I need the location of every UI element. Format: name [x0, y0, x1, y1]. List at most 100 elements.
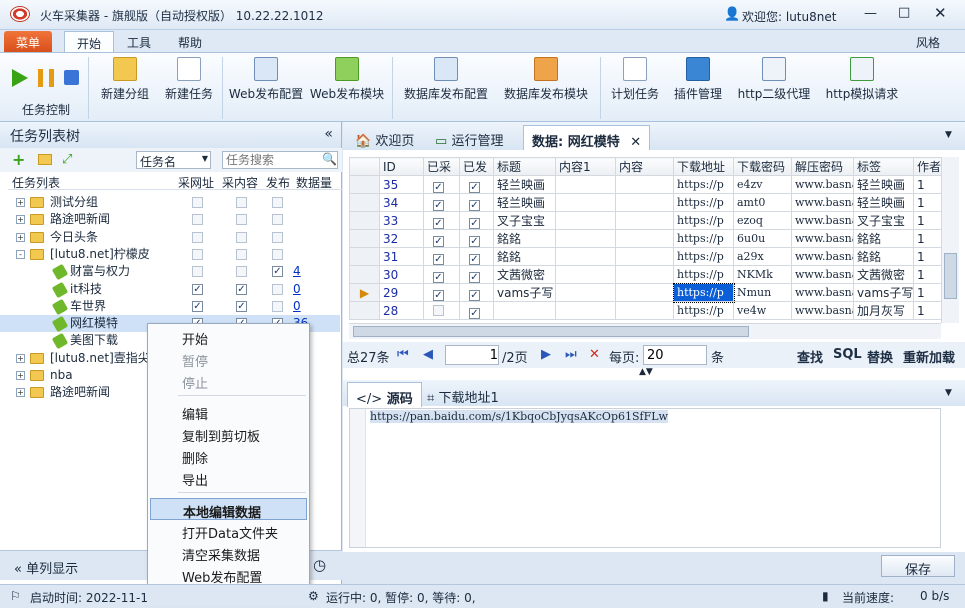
grid-header[interactable]: 下载密码 — [733, 157, 792, 176]
tree-task[interactable]: 财富与权力 ✓ 4 — [0, 263, 340, 281]
horizontal-scrollbar[interactable] — [349, 323, 941, 339]
expand-icon[interactable]: + — [16, 232, 25, 242]
per-page-input[interactable] — [643, 345, 707, 365]
tree-folder[interactable]: + 测试分组 — [0, 194, 340, 211]
close-tab-icon[interactable]: ✕ — [630, 135, 641, 150]
collapse-panel-icon[interactable]: « — [324, 126, 333, 142]
tree-task[interactable]: 车世界 ✓ ✓ 0 — [0, 298, 340, 315]
collect-url-checkbox[interactable] — [192, 266, 203, 278]
grid-header[interactable]: 内容1 — [555, 157, 616, 176]
table-row[interactable]: 28 ✓ https://p ve4w www.basna 加月灰写 1 — [349, 301, 942, 320]
collect-content-checkbox[interactable] — [236, 214, 247, 226]
context-menu-item[interactable]: 开始 — [150, 326, 307, 348]
search-icon[interactable]: 🔍 — [322, 152, 337, 166]
row-checkbox[interactable]: ✓ — [469, 271, 480, 283]
expand-all-icon[interactable]: ⤢ — [62, 152, 72, 167]
collect-content-checkbox[interactable]: ✓ — [236, 283, 247, 295]
row-checkbox[interactable]: ✓ — [469, 307, 480, 319]
collect-content-checkbox[interactable]: ✓ — [236, 300, 247, 312]
new-task-button[interactable]: 新建任务 — [160, 57, 218, 119]
replace-button[interactable]: 替换 — [867, 347, 893, 366]
publish-checkbox[interactable] — [272, 214, 283, 226]
http-proxy-button[interactable]: http二级代理 — [732, 57, 816, 119]
tab-tools[interactable]: 工具 — [115, 31, 163, 52]
row-checkbox[interactable]: ✓ — [469, 289, 480, 301]
table-row[interactable]: 32 ✓ ✓ 銘銘 https://p 6u0u www.basna 銘銘 1 — [349, 229, 942, 248]
row-checkbox[interactable]: ✓ — [433, 289, 444, 301]
collapse-icon[interactable]: - — [16, 249, 25, 259]
context-menu-item[interactable]: 打开Data文件夹 — [150, 520, 307, 542]
scheduled-task-button[interactable]: 计划任务 — [606, 57, 664, 119]
folder-open-icon[interactable] — [38, 154, 52, 165]
data-count-link[interactable]: 0 — [293, 298, 301, 315]
table-row[interactable]: 33 ✓ ✓ 叉子宝宝 https://p ezoq www.basna 叉子宝宝 1 — [349, 211, 942, 230]
context-menu-item[interactable]: 暂停 — [150, 348, 307, 370]
web-publish-module-button[interactable]: Web发布模块 — [308, 57, 386, 119]
tree-folder[interactable]: + 今日头条 — [0, 229, 340, 246]
grid-header[interactable]: ID — [379, 157, 424, 176]
row-checkbox[interactable]: ✓ — [433, 199, 444, 211]
clear-icon[interactable]: ✕ — [589, 347, 600, 362]
table-row[interactable]: 30 ✓ ✓ 文茜微密 https://p NKMk www.basna 文茜微密 1 — [349, 265, 942, 284]
context-menu-item[interactable]: 停止 — [150, 370, 307, 392]
stop-button[interactable] — [64, 70, 79, 85]
table-row[interactable]: 34 ✓ ✓ 轻兰映画 https://p amt0 www.basna 轻兰映画 1 — [349, 193, 942, 212]
row-checkbox[interactable]: ✓ — [469, 181, 480, 193]
expand-icon[interactable]: + — [16, 388, 25, 398]
search-field-select[interactable]: 任务名 ▼ — [136, 151, 211, 169]
source-editor[interactable]: https://pan.baidu.com/s/1KbqoCbJyqsAKcOp… — [349, 408, 941, 548]
vertical-scrollbar[interactable] — [941, 157, 959, 323]
tree-folder[interactable]: - [lutu8.net]柠檬皮 — [0, 246, 340, 263]
reload-button[interactable]: 重新加载 — [903, 347, 955, 366]
collect-content-checkbox[interactable] — [236, 266, 247, 278]
expand-icon[interactable]: + — [16, 353, 25, 363]
http-simulate-button[interactable]: http模拟请求 — [820, 57, 904, 119]
row-checkbox[interactable]: ✓ — [469, 235, 480, 247]
collect-content-checkbox[interactable] — [236, 231, 247, 243]
context-menu-item[interactable]: 复制到剪切板 — [150, 423, 307, 445]
minimize-button[interactable]: — — [864, 6, 877, 21]
table-row[interactable]: ▶ 29 ✓ ✓ vams子写 https://p Nmun www.basna vams子写 1 — [349, 282, 942, 303]
prev-page-button[interactable]: ◀ — [423, 347, 433, 362]
expand-icon[interactable]: + — [16, 198, 25, 207]
data-count-link[interactable]: 4 — [293, 263, 301, 280]
publish-checkbox[interactable] — [272, 197, 283, 208]
row-checkbox[interactable]: ✓ — [433, 271, 444, 283]
publish-checkbox[interactable] — [272, 248, 283, 260]
add-icon[interactable]: + — [12, 150, 25, 169]
web-publish-config-button[interactable]: Web发布配置 — [228, 57, 304, 119]
single-view-button[interactable]: « 单列显示 — [14, 558, 78, 577]
tab-welcome[interactable]: 🏠 欢迎页 — [347, 125, 422, 150]
tab-help[interactable]: 帮助 — [166, 31, 214, 52]
grid-header[interactable]: 标签 — [853, 157, 914, 176]
row-checkbox[interactable]: ✓ — [433, 253, 444, 265]
db-publish-config-button[interactable]: 数据库发布配置 — [400, 57, 492, 119]
grid-header[interactable]: 标题 — [493, 157, 556, 176]
table-row[interactable]: 31 ✓ ✓ 銘銘 https://p a29x www.basna 銘銘 1 — [349, 247, 942, 266]
save-button[interactable]: 保存 — [881, 555, 955, 578]
context-menu-item[interactable]: 清空采集数据 — [150, 542, 307, 564]
expand-icon[interactable]: + — [16, 215, 25, 225]
context-menu-item[interactable]: 本地编辑数据 — [150, 498, 307, 521]
style-menu[interactable]: 风格 — [916, 34, 940, 51]
context-menu-item[interactable]: 删除 — [150, 445, 307, 467]
tab-source[interactable]: </> 源码 — [347, 382, 422, 407]
page-input[interactable] — [445, 345, 499, 365]
collect-url-checkbox[interactable]: ✓ — [192, 283, 203, 295]
collect-content-checkbox[interactable] — [236, 197, 247, 208]
publish-checkbox[interactable] — [272, 283, 283, 295]
row-checkbox[interactable]: ✓ — [433, 235, 444, 247]
clock-icon[interactable]: ◷ — [313, 556, 326, 574]
publish-checkbox[interactable] — [272, 231, 283, 243]
collect-url-checkbox[interactable] — [192, 214, 203, 226]
grid-header[interactable] — [349, 157, 380, 176]
grid-header[interactable]: 下载地址 — [673, 157, 734, 176]
last-page-button[interactable]: ⏭ — [565, 347, 577, 362]
row-checkbox[interactable] — [433, 304, 444, 316]
tab-run-manager[interactable]: ▭ 运行管理 — [427, 125, 511, 150]
row-checkbox[interactable]: ✓ — [469, 217, 480, 229]
tab-menu[interactable]: 菜单 — [4, 31, 53, 52]
expand-icon[interactable]: + — [16, 371, 25, 380]
grid-header[interactable]: 作者 — [913, 157, 942, 176]
tree-task[interactable]: it科技 ✓ ✓ 0 — [0, 281, 340, 298]
